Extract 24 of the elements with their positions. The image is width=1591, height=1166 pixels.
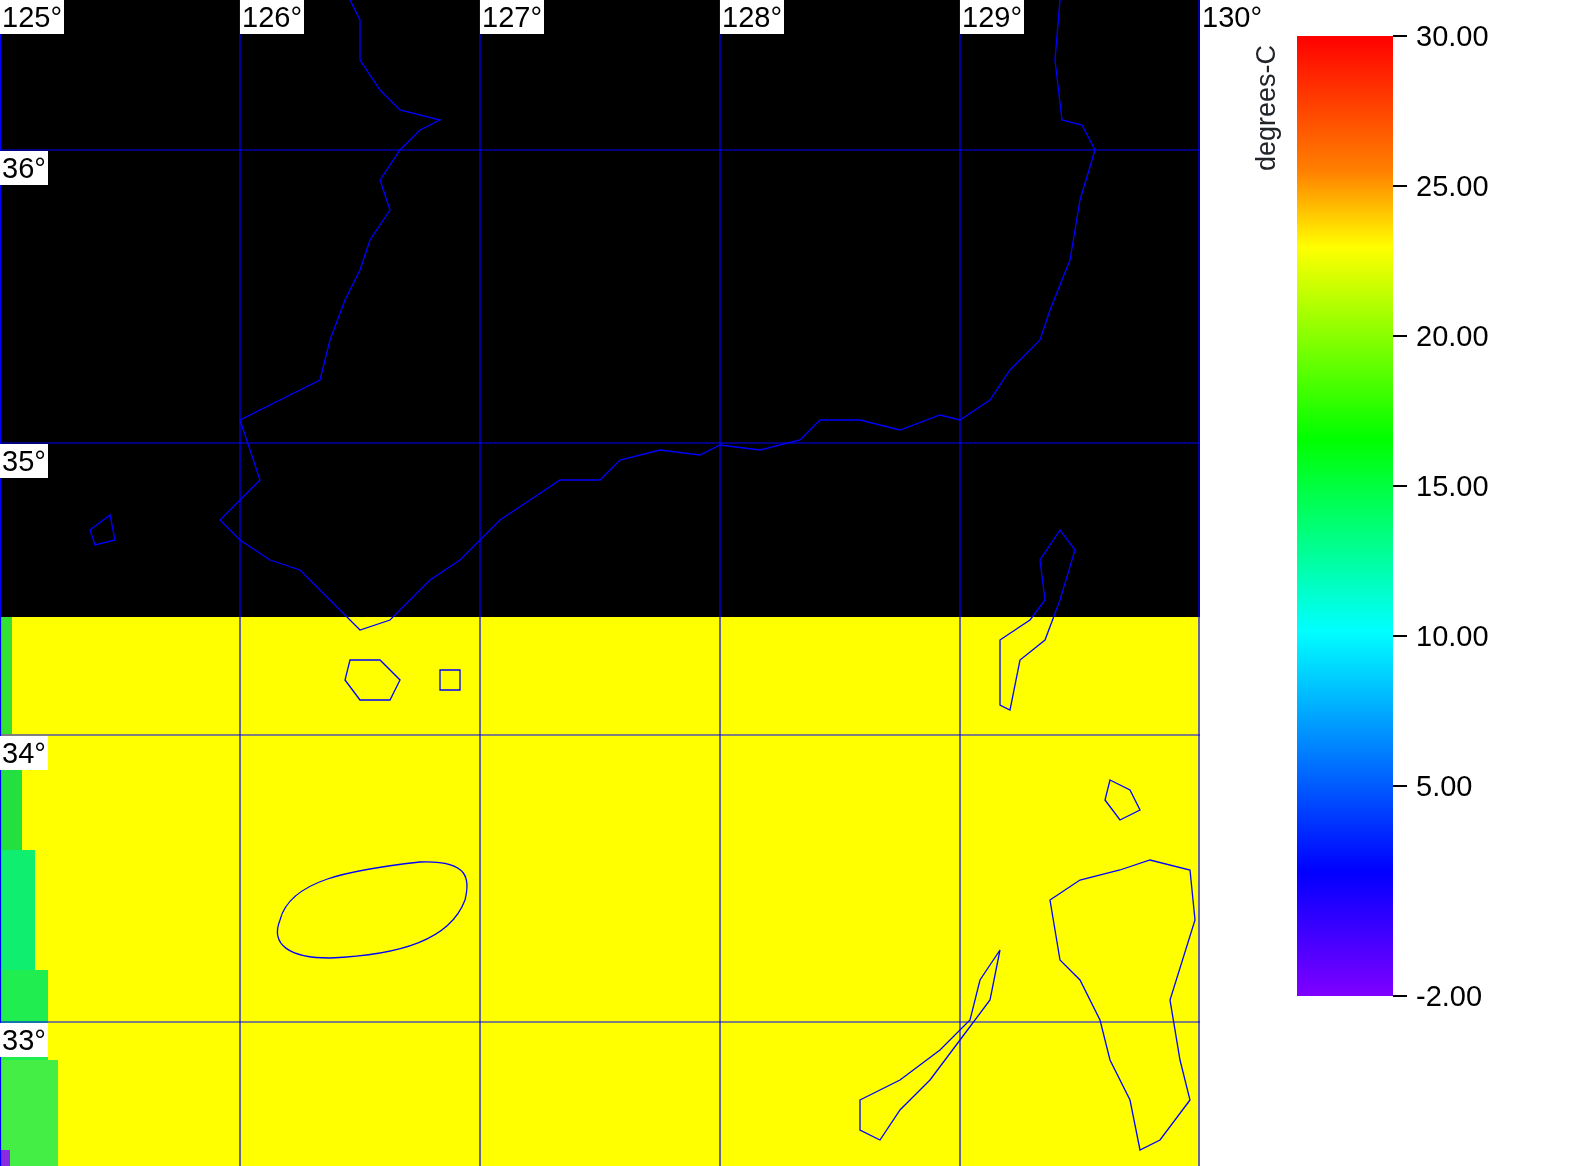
latitude-label: 34° [0,736,48,770]
tick-label: 15.00 [1416,471,1489,501]
latitude-label: 35° [0,444,48,478]
longitude-label: 127° [480,0,544,34]
tick-mark [1393,335,1407,337]
tick-mark [1393,485,1407,487]
longitude-label: 129° [960,0,1024,34]
tick-label: 25.00 [1416,171,1489,201]
longitude-label: 125° [0,0,64,34]
unit-label: degrees-C [1251,44,1282,172]
tick-label: 30.00 [1416,21,1489,51]
tick-mark [1393,785,1407,787]
tick-mark [1393,995,1407,997]
longitude-label: 128° [720,0,784,34]
tick-mark [1393,185,1407,187]
latitude-label: 33° [0,1023,48,1057]
tick-label: 5.00 [1416,771,1473,801]
longitude-label: 126° [240,0,304,34]
tick-mark [1393,35,1407,37]
tick-label: 20.00 [1416,321,1489,351]
tick-label: 10.00 [1416,621,1489,651]
latitude-label: 36° [0,151,48,185]
tick-mark [1393,635,1407,637]
tick-label: -2.00 [1416,981,1483,1011]
